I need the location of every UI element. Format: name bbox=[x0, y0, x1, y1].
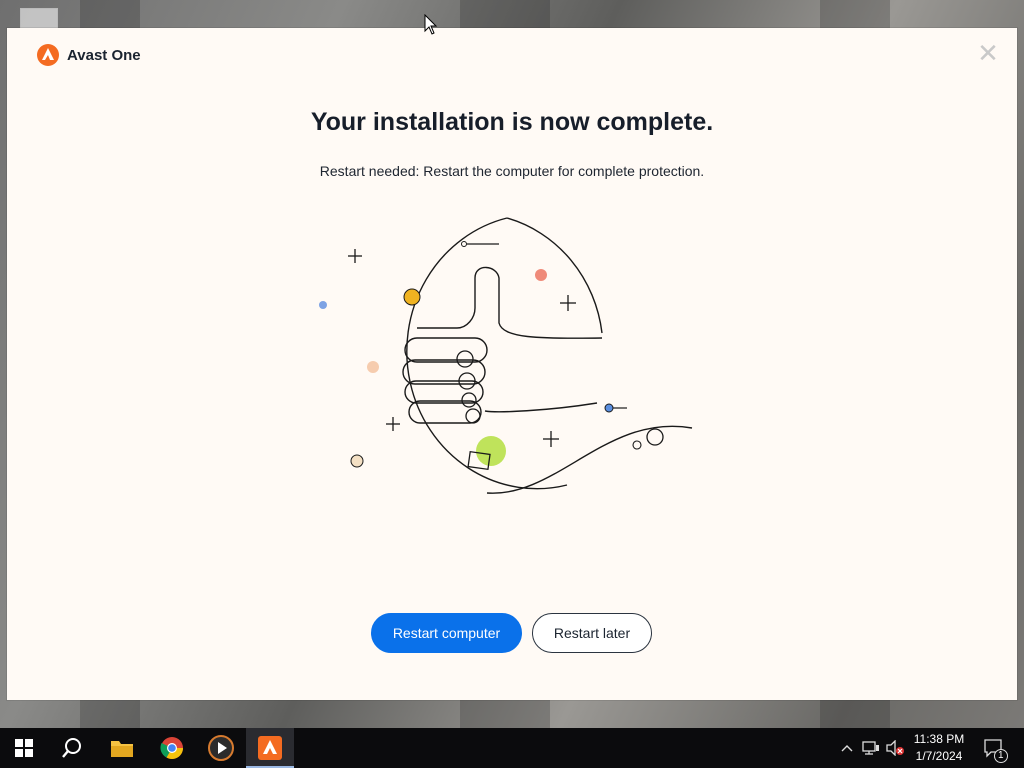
mouse-cursor-icon bbox=[424, 14, 438, 35]
app-name: Avast One bbox=[67, 46, 141, 64]
restart-later-button[interactable]: Restart later bbox=[532, 613, 652, 653]
volume-muted-icon[interactable] bbox=[884, 728, 906, 768]
avast-icon[interactable] bbox=[246, 728, 294, 768]
system-clock[interactable]: 11:38 PM 1/7/2024 bbox=[905, 731, 973, 765]
notification-center-icon[interactable]: 1 bbox=[980, 728, 1008, 768]
installer-window: Avast One ✕ Your installation is now com… bbox=[7, 28, 1017, 700]
start-icon[interactable] bbox=[0, 728, 48, 768]
restart-computer-button[interactable]: Restart computer bbox=[371, 613, 522, 653]
app-header: Avast One bbox=[37, 44, 141, 66]
notification-count-badge: 1 bbox=[994, 749, 1008, 763]
clock-time: 11:38 PM bbox=[913, 732, 965, 746]
clock-date: 1/7/2024 bbox=[915, 749, 963, 763]
restart-notice: Restart needed: Restart the computer for… bbox=[319, 163, 705, 179]
taskbar: 11:38 PM 1/7/2024 1 bbox=[0, 728, 1024, 768]
network-icon[interactable] bbox=[860, 728, 882, 768]
chrome-icon[interactable] bbox=[148, 728, 196, 768]
media-player-icon[interactable] bbox=[197, 728, 245, 768]
thumbs-up-icon bbox=[319, 217, 693, 494]
avast-logo-icon bbox=[37, 44, 59, 66]
close-button[interactable]: ✕ bbox=[977, 40, 999, 66]
file-explorer-icon[interactable] bbox=[98, 728, 146, 768]
chevron-up-icon[interactable] bbox=[838, 728, 856, 768]
search-icon[interactable] bbox=[48, 728, 96, 768]
page-title: Your installation is now complete. bbox=[310, 108, 714, 136]
